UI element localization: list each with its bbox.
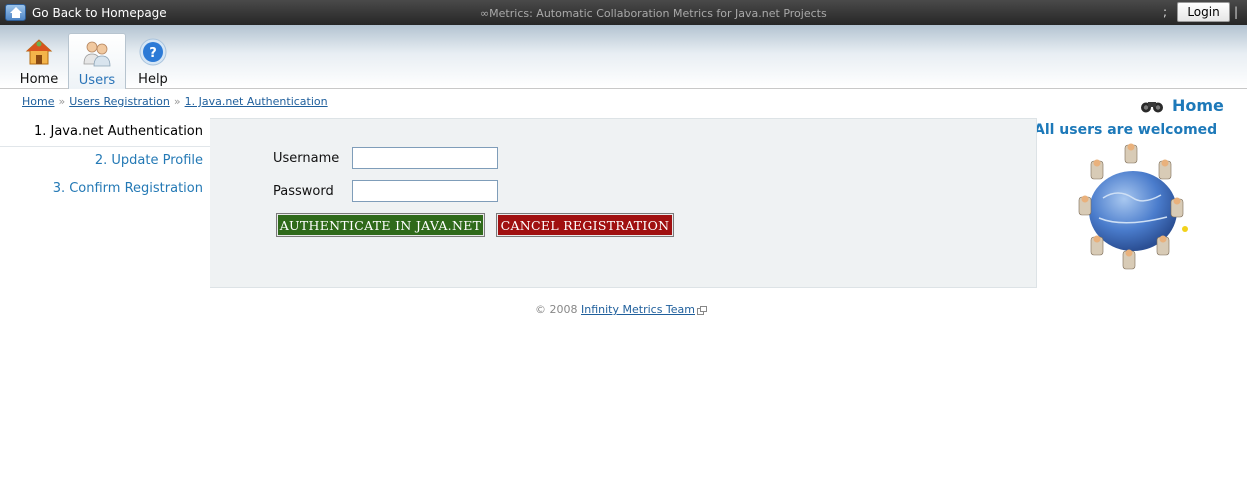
breadcrumb: Home » Users Registration» 1. Java.net Auth… [22,95,328,108]
users-icon [83,41,111,67]
cancel-registration-button[interactable]: CANCEL REGISTRATION [496,213,674,237]
username-label: Username [273,151,340,166]
tab-home[interactable]: Home [11,33,67,88]
home-link-label: Home [1172,96,1224,115]
password-label: Password [273,184,334,199]
tab-home-label: Home [19,72,59,87]
homepage-icon[interactable] [5,4,26,21]
top-bar: Go Back to Homepage ∞Metrics: Automatic … [0,0,1247,25]
step-update-profile[interactable]: 2. Update Profile [0,147,211,175]
breadcrumb-home[interactable]: Home [22,95,54,108]
copyright-text: © 2008 [535,303,578,316]
topbar-semicolon: ; [1163,5,1168,19]
authenticate-button[interactable]: AUTHENTICATE IN JAVA.NET [276,213,485,237]
breadcrumb-java-net-authentication[interactable]: 1. Java.net Authentication [185,95,328,108]
footer: © 2008 Infinity Metrics Team [535,303,707,316]
svg-text:?: ? [149,46,157,61]
infinity-metrics-team-link[interactable]: Infinity Metrics Team [581,303,695,316]
app-title: ∞Metrics: Automatic Collaboration Metric… [480,7,827,20]
house-icon [25,39,53,65]
tab-help-label: Help [138,72,168,87]
topbar-separator: | [1234,5,1239,19]
tab-users[interactable]: Users [68,33,126,89]
breadcrumb-separator: » [173,95,181,108]
external-link-icon [697,305,707,315]
back-to-homepage-link[interactable]: Go Back to Homepage [32,6,167,20]
breadcrumb-users-registration[interactable]: Users Registration [69,95,170,108]
authentication-panel: Username Password AUTHENTICATE IN JAVA.N… [210,118,1037,288]
welcome-text: All users are welcomed [1034,122,1218,138]
people-around-globe-image [1078,143,1188,270]
tab-help[interactable]: ? Help [125,33,181,88]
breadcrumb-separator: » [58,95,66,108]
help-icon: ? [139,38,167,66]
step-java-net-authentication: 1. Java.net Authentication [0,118,211,147]
password-input[interactable] [352,180,498,202]
tab-users-label: Users [78,73,116,88]
login-button[interactable]: Login [1177,2,1230,22]
registration-steps: 1. Java.net Authentication 2. Update Pro… [0,118,211,203]
step-confirm-registration[interactable]: 3. Confirm Registration [0,175,211,203]
username-input[interactable] [352,147,498,169]
tab-bar: Home Users ? Help [0,25,1247,89]
home-link[interactable]: Home [1140,96,1224,115]
binoculars-icon [1141,101,1163,112]
